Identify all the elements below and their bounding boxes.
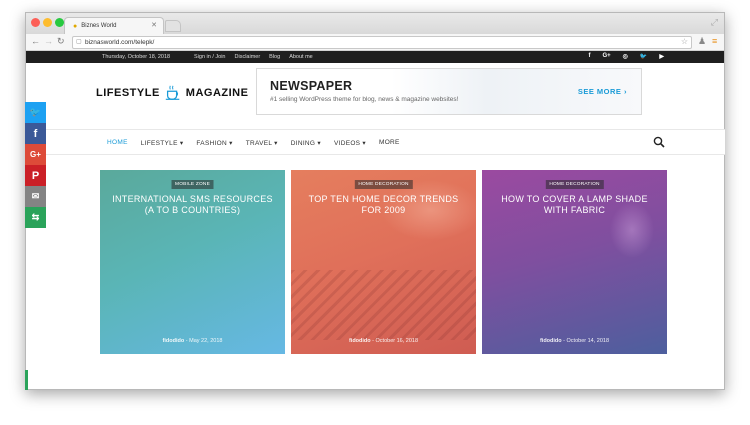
card-meta: fidodido - October 16, 2018 [348, 338, 419, 344]
search-icon[interactable] [653, 136, 665, 148]
card-title[interactable]: TOP TEN HOME DECOR TRENDS FOR 2009 [301, 194, 466, 216]
close-window-button[interactable] [31, 18, 40, 27]
instagram-icon[interactable]: ◎ [623, 53, 628, 60]
share-google-plus-button[interactable]: G+ [25, 144, 46, 165]
card-category-badge[interactable]: HOME DECORATION [545, 180, 604, 189]
featured-post-card[interactable]: HOME DECORATION TOP TEN HOME DECOR TREND… [291, 170, 476, 354]
new-tab-button[interactable] [165, 20, 181, 32]
logo-right-text: MAGAZINE [185, 87, 249, 99]
reload-icon[interactable]: ↻ [57, 36, 65, 47]
maximize-window-button[interactable] [55, 18, 64, 27]
share-email-button[interactable]: ✉ [25, 186, 46, 207]
logo-left-text: LIFESTYLE [96, 87, 160, 99]
card-author[interactable]: fidodido [163, 338, 185, 344]
ad-title: NEWSPAPER [270, 79, 353, 93]
nav-item-videos[interactable]: VIDEOS ▾ [334, 139, 366, 147]
twitter-icon: 🐦 [29, 107, 42, 117]
google-plus-icon[interactable]: G+ [602, 53, 610, 60]
coffee-cup-icon [165, 85, 180, 100]
ad-subtitle: #1 selling WordPress theme for blog, new… [270, 96, 459, 103]
tab-title: Biznes World [81, 23, 117, 29]
address-bar[interactable]: ▢ biznasworld.com/telepk/ ☆ [72, 36, 692, 49]
nav-item-travel[interactable]: TRAVEL ▾ [246, 139, 278, 147]
card-author[interactable]: fidodido [349, 338, 371, 344]
ad-see-more-button[interactable]: SEE MORE › [578, 87, 627, 96]
topbar-link-disclaimer[interactable]: Disclaimer [235, 54, 261, 60]
forward-icon[interactable]: → [44, 36, 53, 46]
favicon-icon: ● [73, 22, 78, 30]
browser-tab[interactable]: ● Biznes World ✕ [64, 17, 164, 34]
email-icon: ✉ [31, 191, 40, 201]
bookmark-star-icon[interactable]: ☆ [681, 36, 688, 47]
main-nav: HOME LIFESTYLE ▾ FASHION ▾ TRAVEL ▾ DINI… [25, 129, 725, 155]
card-category-badge[interactable]: HOME DECORATION [354, 180, 413, 189]
nav-item-dining[interactable]: DINING ▾ [291, 139, 321, 147]
card-date: May 22, 2018 [189, 338, 223, 344]
card-meta: fidodido - May 22, 2018 [162, 338, 223, 344]
featured-post-card[interactable]: MOBILE ZONE INTERNATIONAL SMS RESOURCES … [100, 170, 285, 354]
side-accent-bar [25, 370, 28, 390]
topbar-link-signin[interactable]: Sign in / Join [194, 54, 226, 60]
current-date: Thursday, October 18, 2018 [102, 54, 171, 60]
site-topbar: Thursday, October 18, 2018 Sign in / Joi… [26, 51, 724, 63]
twitter-icon[interactable]: 🐦 [640, 53, 647, 60]
extension-icon[interactable]: ♟ [698, 36, 706, 47]
card-author[interactable]: fidodido [540, 338, 562, 344]
pinterest-icon: P [31, 169, 40, 182]
youtube-icon[interactable]: ▶ [659, 53, 664, 60]
topbar-link-blog[interactable]: Blog [269, 54, 280, 60]
nav-menu: HOME LIFESTYLE ▾ FASHION ▾ TRAVEL ▾ DINI… [107, 139, 400, 147]
topbar-link-about[interactable]: About me [289, 54, 313, 60]
featured-post-card[interactable]: HOME DECORATION HOW TO COVER A LAMP SHAD… [482, 170, 667, 354]
nav-item-lifestyle[interactable]: LIFESTYLE ▾ [141, 139, 184, 147]
share-pinterest-button[interactable]: P [25, 165, 46, 186]
topbar-social: f G+ ◎ 🐦 ▶ [588, 53, 664, 60]
nav-item-more[interactable]: MORE [379, 139, 400, 147]
tab-strip: ● Biznes World ✕ ⤢ [26, 13, 724, 34]
facebook-icon: f [33, 127, 38, 140]
more-share-icon: ⇆ [31, 212, 40, 222]
nav-item-home[interactable]: HOME [107, 139, 128, 147]
google-plus-icon: G+ [30, 150, 41, 159]
window-controls [31, 18, 64, 27]
share-twitter-button[interactable]: 🐦 [25, 102, 46, 123]
topbar-links: Sign in / Join Disclaimer Blog About me [194, 54, 313, 60]
url-text: biznasworld.com/telepk/ [85, 39, 155, 46]
site-logo[interactable]: LIFESTYLE MAGAZINE [96, 84, 248, 102]
menu-icon[interactable]: ≡ [712, 36, 717, 46]
screenshot: ● Biznes World ✕ ⤢ ← → ↻ ▢ biznasworld.c… [0, 0, 750, 425]
tab-close-icon[interactable]: ✕ [151, 21, 157, 29]
card-meta: fidodido - October 14, 2018 [539, 338, 610, 344]
card-category-badge[interactable]: MOBILE ZONE [171, 180, 214, 189]
facebook-icon[interactable]: f [588, 53, 590, 60]
card-date: October 14, 2018 [566, 338, 610, 344]
share-facebook-button[interactable]: f [25, 123, 46, 144]
fullscreen-icon[interactable]: ⤢ [711, 17, 718, 28]
browser-toolbar: ← → ↻ ▢ biznasworld.com/telepk/ ☆ ♟ ≡ [26, 34, 724, 51]
card-title[interactable]: HOW TO COVER A LAMP SHADE WITH FABRIC [492, 194, 657, 216]
share-more-button[interactable]: ⇆ [25, 207, 46, 228]
page-info-icon: ▢ [76, 39, 82, 45]
nav-item-fashion[interactable]: FASHION ▾ [196, 139, 232, 147]
back-icon[interactable]: ← [31, 36, 40, 46]
share-sidebar: 🐦 f G+ P ✉ ⇆ [25, 102, 46, 228]
header-ad-banner[interactable]: NEWSPAPER #1 selling WordPress theme for… [256, 68, 642, 115]
card-title[interactable]: INTERNATIONAL SMS RESOURCES (A TO B COUN… [110, 194, 275, 216]
minimize-window-button[interactable] [43, 18, 52, 27]
card-date: October 16, 2018 [375, 338, 419, 344]
